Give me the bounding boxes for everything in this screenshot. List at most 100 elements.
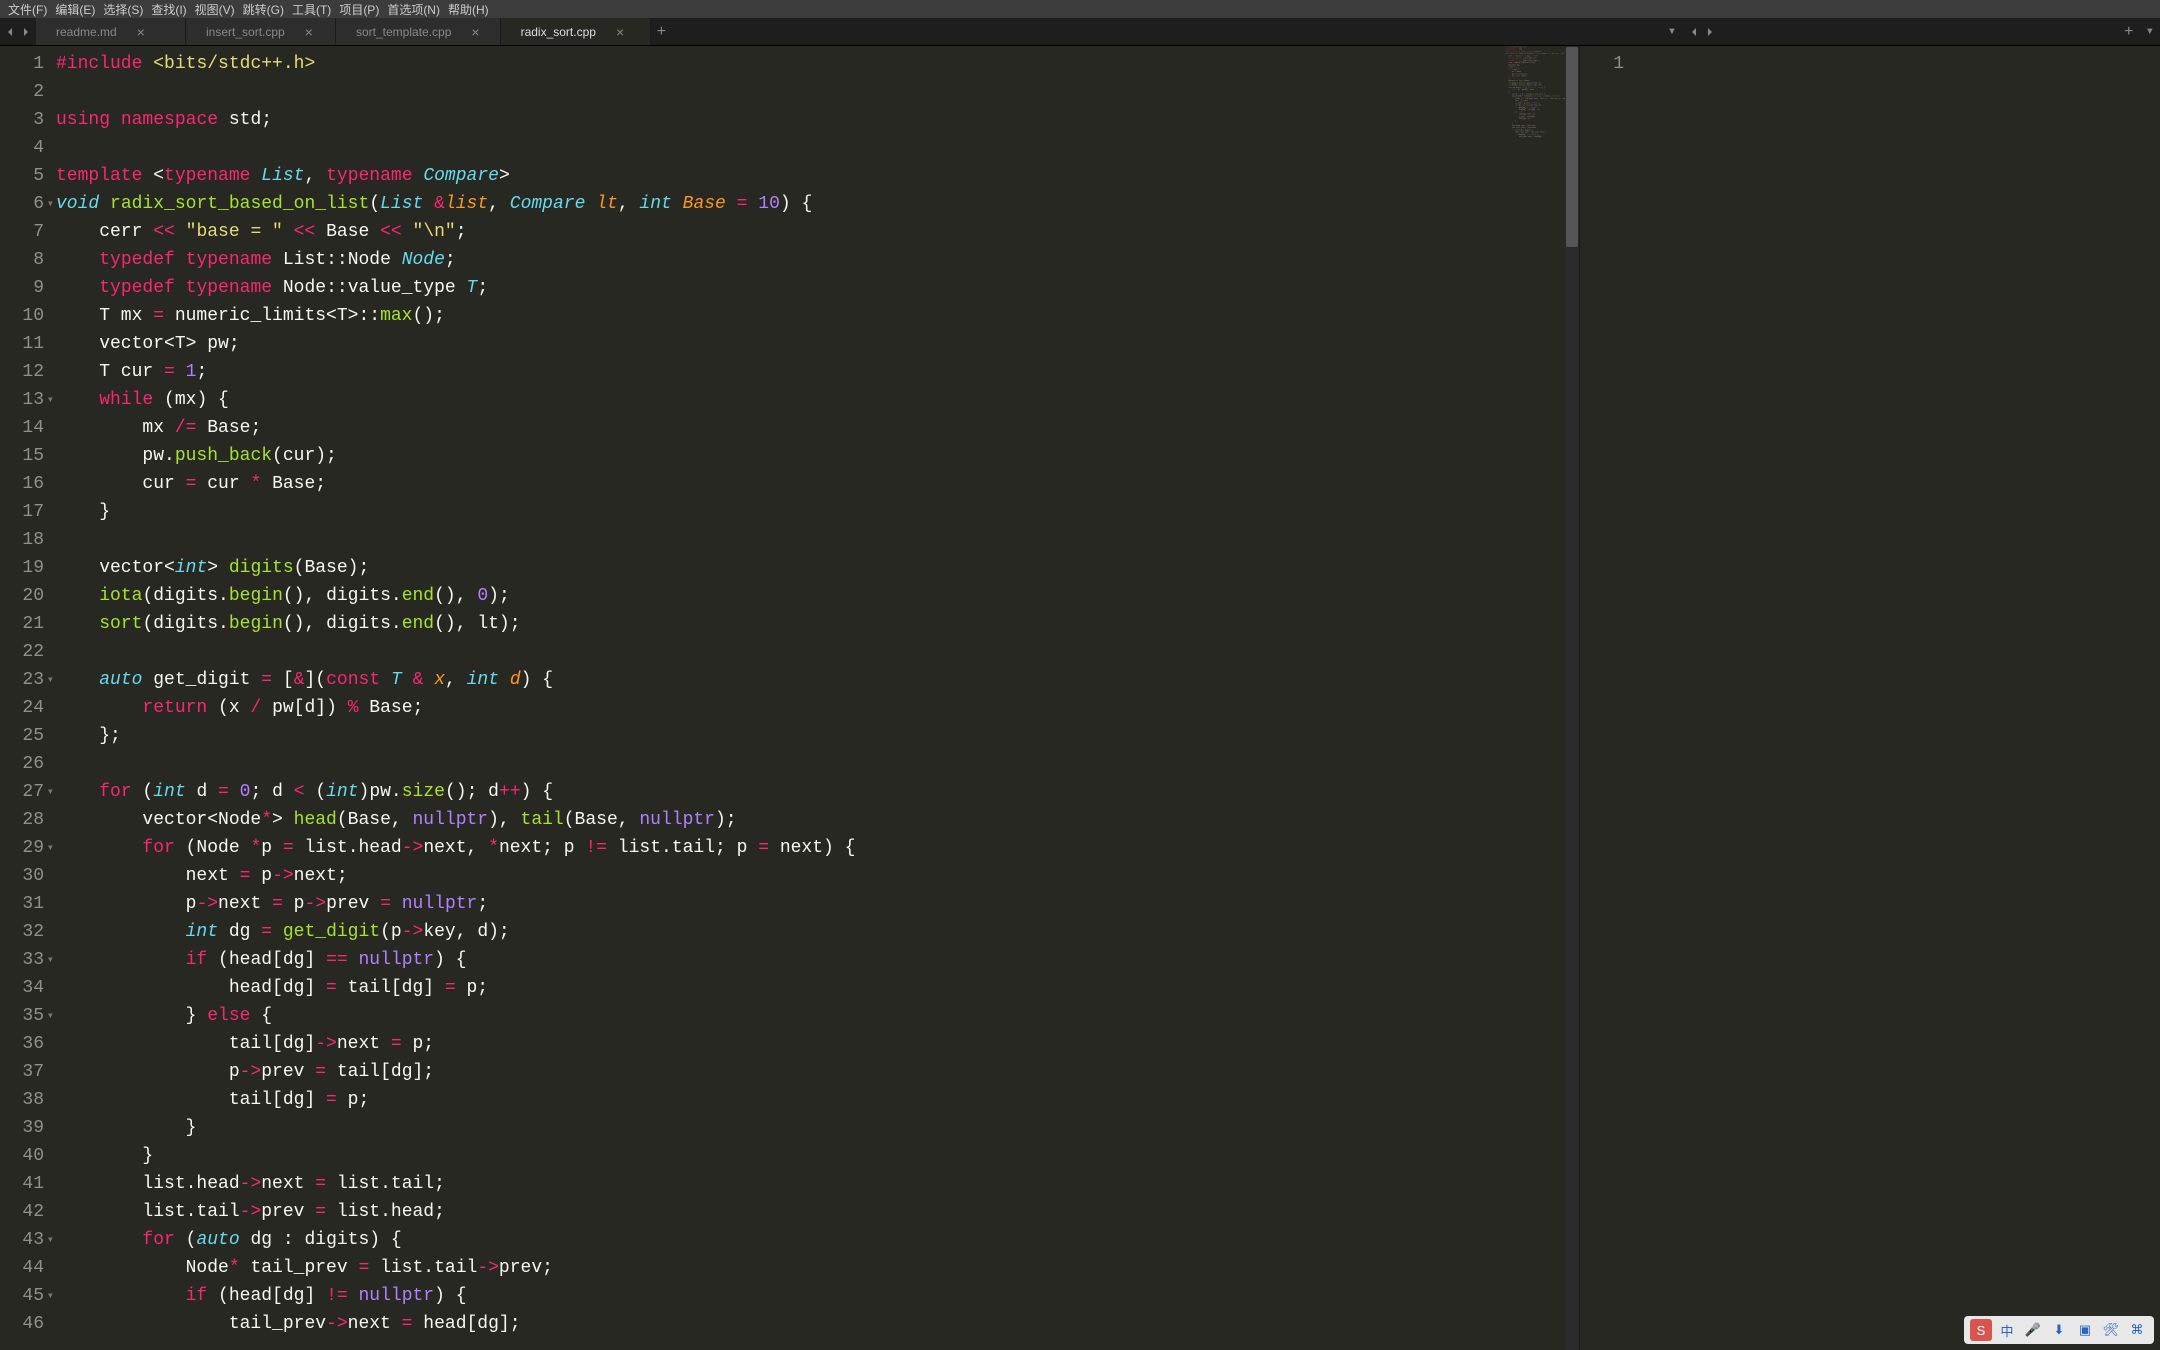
code-line[interactable]: cerr << "base = " << Base << "\n";	[56, 218, 1579, 246]
tab[interactable]: insert_sort.cpp×	[186, 18, 336, 45]
line-number[interactable]: 1	[0, 50, 52, 78]
line-number[interactable]: 37	[0, 1058, 52, 1086]
code-line[interactable]: void radix_sort_based_on_list(List &list…	[56, 190, 1579, 218]
code-line[interactable]: sort(digits.begin(), digits.end(), lt);	[56, 610, 1579, 638]
menu-item[interactable]: 帮助(H)	[444, 1, 493, 18]
line-number[interactable]: 31	[0, 890, 52, 918]
menu-item[interactable]: 编辑(E)	[51, 1, 99, 18]
pane-dropdown[interactable]: ▾	[1662, 18, 1682, 45]
code-line[interactable]: p->prev = tail[dg];	[56, 1058, 1579, 1086]
menu-item[interactable]: 查找(I)	[147, 1, 190, 18]
close-icon[interactable]: ×	[471, 24, 479, 40]
close-icon[interactable]: ×	[616, 24, 624, 40]
line-number[interactable]: 28	[0, 806, 52, 834]
code-line[interactable]: p->next = p->prev = nullptr;	[56, 890, 1579, 918]
mic-icon[interactable]: 🎤	[2022, 1319, 2044, 1341]
code-line[interactable]: template <typename List, typename Compar…	[56, 162, 1579, 190]
code-line[interactable]: vector<T> pw;	[56, 330, 1579, 358]
grid-icon[interactable]: ⌘	[2126, 1319, 2148, 1341]
gutter[interactable]: 1234567891011121314151617181920212223242…	[0, 46, 52, 1350]
line-number[interactable]: 39	[0, 1114, 52, 1142]
line-number[interactable]: 15	[0, 442, 52, 470]
code-line[interactable]: while (mx) {	[56, 386, 1579, 414]
tab[interactable]: radix_sort.cpp×	[501, 18, 651, 45]
code-line[interactable]: for (Node *p = list.head->next, *next; p…	[56, 834, 1579, 862]
menu-item[interactable]: 选择(S)	[99, 1, 147, 18]
line-number[interactable]: 36	[0, 1030, 52, 1058]
line-number[interactable]: 5	[0, 162, 52, 190]
line-number[interactable]: 26	[0, 750, 52, 778]
line-number[interactable]: 27	[0, 778, 52, 806]
ime-badge[interactable]: S	[1970, 1319, 1992, 1341]
line-number[interactable]: 20	[0, 582, 52, 610]
line-number[interactable]: 30	[0, 862, 52, 890]
code-line[interactable]: T cur = 1;	[56, 358, 1579, 386]
tab[interactable]: sort_template.cpp×	[336, 18, 501, 45]
code-area[interactable]: #include <bits/stdc++.h>using namespace …	[52, 46, 1579, 1350]
line-number[interactable]: 22	[0, 638, 52, 666]
line-number[interactable]: 25	[0, 722, 52, 750]
line-number[interactable]: 41	[0, 1170, 52, 1198]
close-icon[interactable]: ×	[305, 24, 313, 40]
code-line[interactable]: head[dg] = tail[dg] = p;	[56, 974, 1579, 1002]
code-line[interactable]: iota(digits.begin(), digits.end(), 0);	[56, 582, 1579, 610]
tab[interactable]: readme.md×	[36, 18, 186, 45]
line-number[interactable]: 32	[0, 918, 52, 946]
code-line[interactable]: Node* tail_prev = list.tail->prev;	[56, 1254, 1579, 1282]
code-line[interactable]: typedef typename List::Node Node;	[56, 246, 1579, 274]
line-number[interactable]: 33	[0, 946, 52, 974]
code-line[interactable]: return (x / pw[d]) % Base;	[56, 694, 1579, 722]
line-number[interactable]: 45	[0, 1282, 52, 1310]
gutter-right[interactable]: 1	[1580, 46, 1632, 1350]
download-icon[interactable]: ⬇	[2048, 1319, 2070, 1341]
line-number[interactable]: 6	[0, 190, 52, 218]
code-line[interactable]: cur = cur * Base;	[56, 470, 1579, 498]
ime-lang[interactable]: 中	[1996, 1319, 2018, 1341]
line-number[interactable]: 42	[0, 1198, 52, 1226]
code-line[interactable]	[56, 526, 1579, 554]
line-number[interactable]: 4	[0, 134, 52, 162]
code-line[interactable]: tail[dg] = p;	[56, 1086, 1579, 1114]
code-line[interactable]: auto get_digit = [&](const T & x, int d)…	[56, 666, 1579, 694]
tab-add-button[interactable]: +	[651, 18, 673, 45]
code-line[interactable]: if (head[dg] == nullptr) {	[56, 946, 1579, 974]
line-number[interactable]: 46	[0, 1310, 52, 1338]
code-line[interactable]	[56, 750, 1579, 778]
line-number[interactable]: 12	[0, 358, 52, 386]
line-number[interactable]: 18	[0, 526, 52, 554]
code-line[interactable]: };	[56, 722, 1579, 750]
tab-nav-left[interactable]	[0, 18, 36, 45]
code-line[interactable]: }	[56, 1142, 1579, 1170]
line-number[interactable]: 19	[0, 554, 52, 582]
line-number[interactable]: 34	[0, 974, 52, 1002]
code-line[interactable]: T mx = numeric_limits<T>::max();	[56, 302, 1579, 330]
menu-item[interactable]: 首选项(N)	[383, 1, 444, 18]
code-line[interactable]: }	[56, 1114, 1579, 1142]
close-icon[interactable]: ×	[137, 24, 145, 40]
code-line[interactable]: for (int d = 0; d < (int)pw.size(); d++)…	[56, 778, 1579, 806]
code-line[interactable]: for (auto dg : digits) {	[56, 1226, 1579, 1254]
line-number[interactable]: 2	[0, 78, 52, 106]
code-line[interactable]: pw.push_back(cur);	[56, 442, 1579, 470]
line-number[interactable]: 17	[0, 498, 52, 526]
code-line[interactable]: int dg = get_digit(p->key, d);	[56, 918, 1579, 946]
line-number[interactable]: 21	[0, 610, 52, 638]
code-line[interactable]: vector<int> digits(Base);	[56, 554, 1579, 582]
line-number[interactable]: 23	[0, 666, 52, 694]
code-line[interactable]	[56, 638, 1579, 666]
code-line[interactable]: list.tail->prev = list.head;	[56, 1198, 1579, 1226]
line-number[interactable]: 44	[0, 1254, 52, 1282]
code-line[interactable]: list.head->next = list.tail;	[56, 1170, 1579, 1198]
code-line[interactable]: typedef typename Node::value_type T;	[56, 274, 1579, 302]
code-line[interactable]: vector<Node*> head(Base, nullptr), tail(…	[56, 806, 1579, 834]
code-line[interactable]: } else {	[56, 1002, 1579, 1030]
pane-dropdown-right[interactable]: ▾	[2140, 18, 2160, 45]
tool-icon[interactable]: 🛠	[2100, 1319, 2122, 1341]
line-number[interactable]: 24	[0, 694, 52, 722]
line-number[interactable]: 13	[0, 386, 52, 414]
code-line[interactable]: next = p->next;	[56, 862, 1579, 890]
line-number[interactable]: 43	[0, 1226, 52, 1254]
menu-item[interactable]: 视图(V)	[191, 1, 239, 18]
menu-item[interactable]: 工具(T)	[288, 1, 335, 18]
line-number[interactable]: 38	[0, 1086, 52, 1114]
